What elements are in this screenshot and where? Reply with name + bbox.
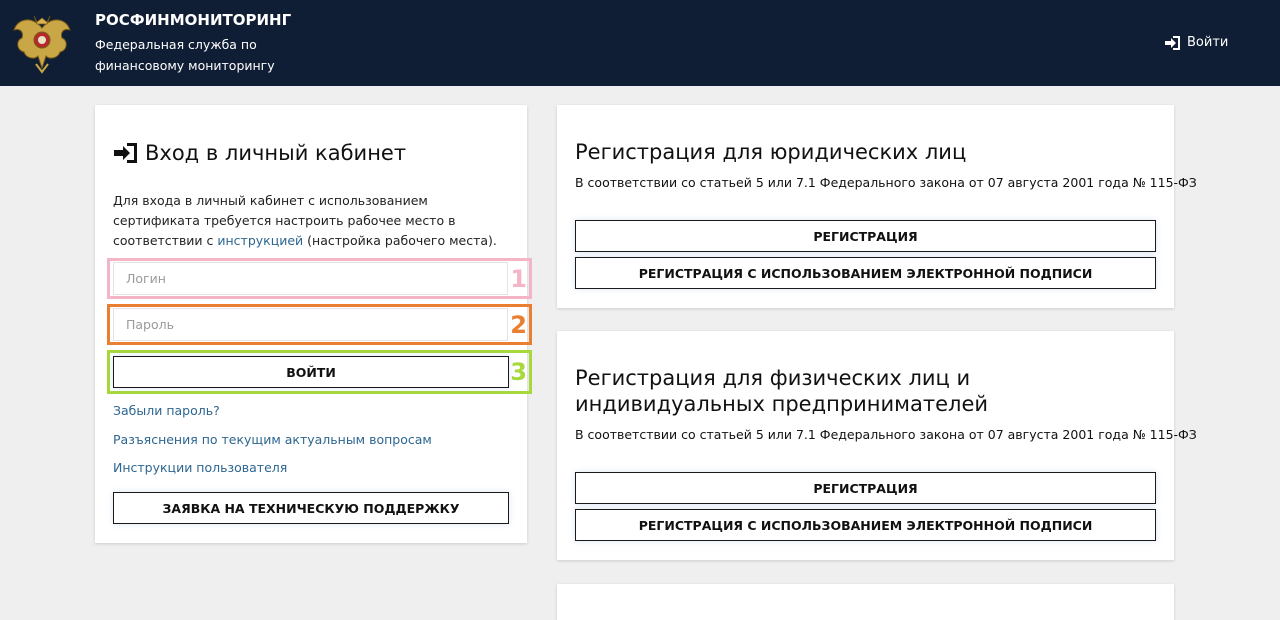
highlight-number-1: 1	[510, 264, 527, 293]
sign-in-icon	[1165, 35, 1180, 50]
registration-card-partial	[557, 584, 1174, 620]
register-individual-button[interactable]: РЕГИСТРАЦИЯ	[575, 472, 1156, 504]
register-legal-button[interactable]: РЕГИСТРАЦИЯ	[575, 220, 1156, 252]
header-login-label: Войти	[1187, 35, 1229, 50]
login-input[interactable]	[113, 262, 508, 295]
registration-card-legal: Регистрация для юридических лиц В соотве…	[557, 105, 1197, 308]
highlight-number-2: 2	[510, 310, 527, 339]
register-individual-esign-button[interactable]: РЕГИСТРАЦИЯ С ИСПОЛЬЗОВАНИЕМ ЭЛЕКТРОННОЙ…	[575, 509, 1156, 541]
login-title: Вход в личный кабинет	[113, 141, 406, 165]
registration-legal-title: Регистрация для юридических лиц	[575, 140, 967, 164]
login-card: Вход в личный кабинет Для входа в личный…	[95, 105, 532, 543]
registration-individual-desc: В соответствии со статьей 5 или 7.1 Феде…	[575, 427, 1197, 442]
org-name: РОСФИНМОНИТОРИНГ	[95, 11, 292, 29]
header: РОСФИНМОНИТОРИНГ Федеральная служба по ф…	[0, 0, 1280, 86]
intro-text-after: (настройка рабочего места).	[303, 233, 497, 248]
login-submit-button[interactable]: ВОЙТИ	[113, 356, 509, 388]
instruction-link[interactable]: инструкцией	[217, 233, 303, 248]
user-instructions-link[interactable]: Инструкции пользователя	[113, 460, 287, 475]
forgot-password-link[interactable]: Забыли пароль?	[113, 403, 220, 418]
tech-support-button[interactable]: ЗАЯВКА НА ТЕХНИЧЕСКУЮ ПОДДЕРЖКУ	[113, 492, 509, 524]
highlight-number-3: 3	[510, 358, 527, 386]
header-login-link[interactable]: Войти	[1164, 35, 1228, 50]
registration-individual-title: Регистрация для физических лиц и индивид…	[575, 366, 989, 416]
login-intro: Для входа в личный кабинет с использован…	[113, 191, 513, 251]
org-subtitle: Федеральная служба по финансовому монито…	[95, 37, 275, 73]
registration-card-individual: Регистрация для физических лиц и индивид…	[557, 331, 1197, 560]
password-input[interactable]	[113, 308, 508, 341]
faq-link[interactable]: Разъяснения по текущим актуальным вопрос…	[113, 432, 432, 447]
eagle-emblem-icon	[13, 15, 71, 74]
login-title-text: Вход в личный кабинет	[145, 141, 407, 165]
sign-in-icon	[114, 143, 137, 163]
register-legal-esign-button[interactable]: РЕГИСТРАЦИЯ С ИСПОЛЬЗОВАНИЕМ ЭЛЕКТРОННОЙ…	[575, 257, 1156, 289]
registration-legal-desc: В соответствии со статьей 5 или 7.1 Феде…	[575, 175, 1197, 190]
